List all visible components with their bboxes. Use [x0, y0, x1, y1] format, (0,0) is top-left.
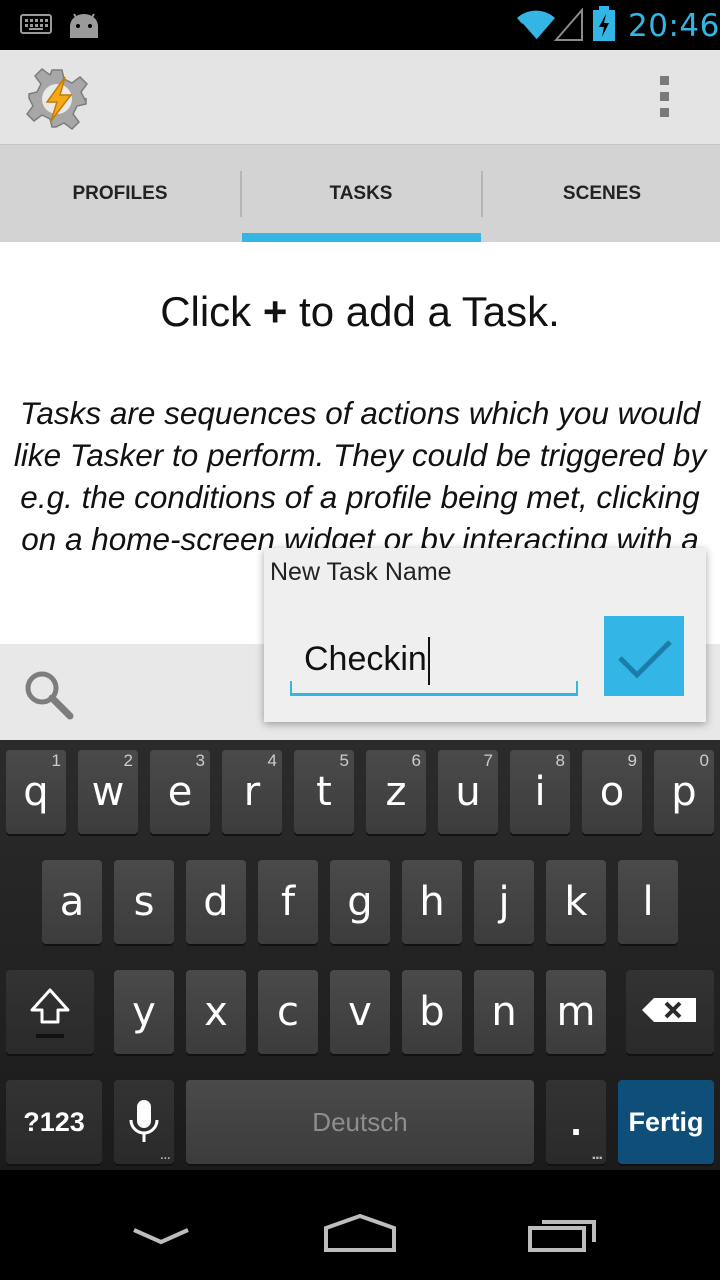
tab-tasks[interactable]: TASKS: [241, 145, 481, 243]
key-n[interactable]: n: [474, 970, 534, 1054]
wifi-icon: [517, 10, 555, 41]
key-r[interactable]: 4r: [222, 750, 282, 834]
key-u[interactable]: 7u: [438, 750, 498, 834]
key-l[interactable]: l: [618, 860, 678, 944]
key-z[interactable]: 6z: [366, 750, 426, 834]
new-task-dialog: New Task Name Checkin: [264, 548, 706, 722]
key-o[interactable]: 9o: [582, 750, 642, 834]
keyboard-icon: [20, 14, 52, 34]
confirm-button[interactable]: [604, 616, 684, 696]
key-i[interactable]: 8i: [510, 750, 570, 834]
overflow-menu-icon[interactable]: [652, 76, 676, 122]
done-key[interactable]: Fertig: [618, 1080, 714, 1164]
text-cursor: [427, 637, 430, 686]
recent-apps-icon[interactable]: [526, 1214, 598, 1254]
shift-icon: [30, 988, 70, 1038]
key-c[interactable]: c: [258, 970, 318, 1054]
home-icon[interactable]: [322, 1212, 398, 1254]
voice-input-key[interactable]: ...: [114, 1080, 174, 1164]
key-w[interactable]: 2w: [78, 750, 138, 834]
backspace-icon: [642, 998, 696, 1022]
search-icon[interactable]: [20, 666, 76, 722]
soft-keyboard: 1q 2w 3e 4r 5t 6z 7u 8i 9o 0p a s d f g …: [0, 740, 720, 1170]
space-key[interactable]: Deutsch: [186, 1080, 534, 1164]
period-key[interactable]: ....: [546, 1080, 606, 1164]
dialog-title: New Task Name: [270, 558, 452, 586]
key-b[interactable]: b: [402, 970, 462, 1054]
signal-icon: [554, 8, 583, 41]
tasker-app-icon[interactable]: [26, 68, 88, 130]
key-j[interactable]: j: [474, 860, 534, 944]
key-m[interactable]: m: [546, 970, 606, 1054]
task-name-input[interactable]: Checkin: [290, 628, 578, 696]
tab-profiles[interactable]: PROFILES: [0, 145, 240, 243]
back-icon[interactable]: [130, 1224, 192, 1248]
tab-bar: PROFILES TASKS SCENES: [0, 144, 720, 243]
key-t[interactable]: 5t: [294, 750, 354, 834]
action-bar: [0, 50, 720, 144]
key-q[interactable]: 1q: [6, 750, 66, 834]
key-f[interactable]: f: [258, 860, 318, 944]
key-p[interactable]: 0p: [654, 750, 714, 834]
shift-key[interactable]: [6, 970, 94, 1054]
status-bar: 20:46: [0, 0, 720, 50]
navigation-bar: [0, 1170, 720, 1280]
plus-symbol: +: [262, 288, 288, 335]
key-d[interactable]: d: [186, 860, 246, 944]
symbols-key[interactable]: ?123: [6, 1080, 102, 1164]
tab-scenes[interactable]: SCENES: [482, 145, 720, 243]
empty-heading: Click + to add a Task.: [160, 288, 560, 335]
key-s[interactable]: s: [114, 860, 174, 944]
key-a[interactable]: a: [42, 860, 102, 944]
android-debug-icon: [70, 13, 98, 38]
key-x[interactable]: x: [186, 970, 246, 1054]
key-g[interactable]: g: [330, 860, 390, 944]
key-e[interactable]: 3e: [150, 750, 210, 834]
key-h[interactable]: h: [402, 860, 462, 944]
key-v[interactable]: v: [330, 970, 390, 1054]
battery-charging-icon: [593, 6, 615, 41]
delete-key[interactable]: [626, 970, 714, 1054]
checkmark-icon: [618, 640, 672, 679]
key-y[interactable]: y: [114, 970, 174, 1054]
clock: 20:46: [628, 8, 720, 44]
key-k[interactable]: k: [546, 860, 606, 944]
task-name-value: Checkin: [304, 640, 427, 678]
